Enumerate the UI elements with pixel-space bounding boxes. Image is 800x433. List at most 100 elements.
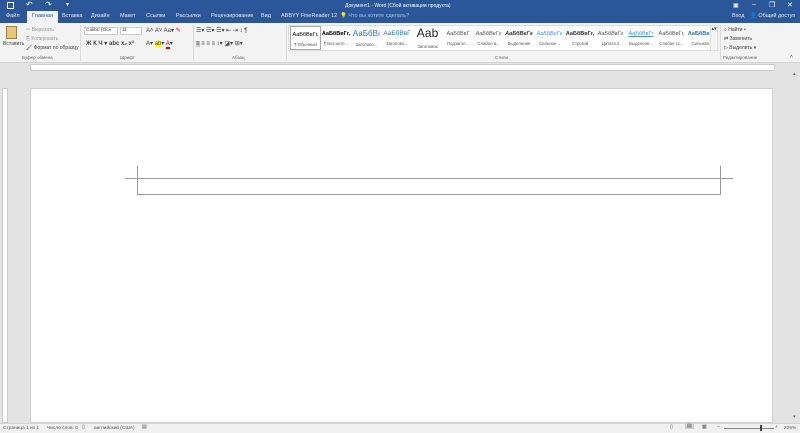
- zoom-level[interactable]: 225%: [784, 426, 796, 431]
- style-preview: АаБбВеГг: [475, 31, 502, 37]
- tell-me-input[interactable]: 💡 Что вы хотите сделать?: [340, 13, 409, 19]
- cut-label: Вырезать: [31, 27, 54, 33]
- style-preview: АаБбВвГг: [597, 31, 624, 37]
- maximize-icon[interactable]: ❐: [769, 1, 775, 9]
- font-group-label: Шрифт: [120, 55, 135, 60]
- web-layout-icon[interactable]: ▦: [702, 425, 707, 430]
- cut-button[interactable]: ✂ Вырезать: [26, 27, 54, 33]
- paste-icon[interactable]: [6, 26, 17, 39]
- horizontal-ruler[interactable]: [10, 63, 775, 72]
- tab-view[interactable]: Вид: [261, 13, 271, 19]
- collapse-ribbon-icon[interactable]: ˄: [790, 54, 793, 60]
- style-preview: АаБбВвГ: [383, 30, 411, 37]
- style-item[interactable]: АаБбВеГг Выделение: [504, 26, 535, 50]
- format-painter-button[interactable]: 🖌 Формат по образцу: [26, 45, 79, 51]
- style-preview: АаБбВвГг,: [565, 31, 595, 37]
- replace-label: Заменить: [729, 36, 753, 42]
- style-name: Цитата 2: [601, 41, 620, 46]
- tab-layout[interactable]: Макет: [120, 13, 136, 19]
- style-preview: АаБбВı: [352, 29, 381, 38]
- style-item[interactable]: АаБбВвГг Выделенн...: [626, 26, 657, 50]
- style-item[interactable]: АаБбВеГг Слабое в...: [473, 26, 504, 50]
- font-size-select[interactable]: 11: [120, 27, 142, 35]
- style-item[interactable]: АаБбВвГ Заголово...: [382, 26, 413, 50]
- style-item[interactable]: АаБбВвГг, Слабая сс...: [656, 26, 687, 50]
- replace-button[interactable]: ⇄ Заменить: [724, 36, 752, 42]
- style-name: Сильное...: [539, 41, 560, 46]
- find-button[interactable]: ⌕ Найти ▾: [724, 27, 746, 33]
- style-item[interactable]: АаБбВвГг, ¶ Без инте...: [321, 26, 352, 50]
- header-margin-box: [137, 166, 721, 195]
- copy-button[interactable]: ⎘ Копировать: [26, 36, 58, 42]
- word-count[interactable]: Число слов: 0: [47, 426, 78, 431]
- paste-button[interactable]: Вставить: [3, 41, 24, 47]
- tab-file[interactable]: Файл: [6, 13, 20, 19]
- sign-in-link[interactable]: Вход: [732, 13, 744, 19]
- select-label: Выделить: [729, 45, 753, 51]
- align-buttons[interactable]: ≡ ≡ ≡ ≡ ↕▾ ◪▾ ⊞▾: [196, 40, 243, 47]
- tab-review[interactable]: Рецензирование: [211, 13, 253, 19]
- grow-font-icon[interactable]: A˄ A˅ Aa▾ ✎: [146, 27, 181, 34]
- zoom-out-button[interactable]: −: [717, 425, 720, 430]
- macro-icon[interactable]: ▤: [142, 425, 147, 430]
- tab-home[interactable]: Главная: [27, 11, 58, 23]
- style-name: ¶ Обычный: [294, 42, 317, 47]
- ribbon-display-icon[interactable]: ▣: [733, 2, 739, 9]
- undo-icon[interactable]: ↶: [26, 0, 33, 9]
- scroll-up-icon[interactable]: ▴: [793, 71, 796, 77]
- style-item[interactable]: АаБбВı Заголово...: [351, 26, 382, 50]
- share-button[interactable]: 👤 Общий доступ: [750, 13, 795, 19]
- print-layout-icon[interactable]: ▤: [685, 424, 694, 429]
- tab-mailings[interactable]: Рассылки: [176, 13, 201, 19]
- vertical-ruler[interactable]: [0, 72, 10, 423]
- document-page[interactable]: [30, 88, 773, 423]
- select-button[interactable]: ▷ Выделить ▾: [724, 45, 756, 51]
- font-format-buttons[interactable]: Ж К Ч ▾ abc x₂ x²: [86, 40, 134, 47]
- tell-me-placeholder: Что вы хотите сделать?: [348, 13, 410, 19]
- style-item[interactable]: АаБбВвГг Цитата 2: [595, 26, 626, 50]
- style-item[interactable]: АаБбВвГг, ¶ Обычный: [290, 26, 321, 50]
- style-name: Заголово...: [355, 42, 378, 47]
- customize-qat-icon[interactable]: ▾: [66, 1, 69, 8]
- style-name: Заголовок: [417, 44, 438, 49]
- font-name-select[interactable]: Calibri (Осн: [84, 27, 118, 35]
- close-icon[interactable]: ✕: [787, 1, 793, 9]
- styles-scroll[interactable]: ▴▾: [710, 26, 717, 50]
- scroll-down-icon[interactable]: ▾: [793, 414, 796, 420]
- zoom-in-button[interactable]: +: [775, 425, 778, 430]
- list-buttons[interactable]: ☰▾ ☰▾ ☰▾ ⇤ ⇥ ↕ ¶: [196, 27, 247, 34]
- redo-icon[interactable]: ↷: [45, 0, 52, 9]
- tab-references[interactable]: Ссылки: [146, 13, 165, 19]
- styles-gallery: АаБбВвГг, ¶ Обычный АаБбВвГг, ¶ Без инте...…: [288, 25, 718, 51]
- proofing-icon[interactable]: ▯: [82, 425, 85, 430]
- text-effects-icon[interactable]: A▾ ab▾ A▾: [146, 40, 173, 49]
- style-name: Слабое в...: [477, 41, 500, 46]
- language[interactable]: английский (США): [94, 426, 135, 431]
- style-name: Заголово...: [386, 41, 408, 46]
- tab-design[interactable]: Дизайн: [91, 13, 110, 19]
- tab-insert[interactable]: Вставка: [62, 13, 82, 19]
- style-item[interactable]: АаБбВвГг, Строгий: [565, 26, 596, 50]
- style-name: Выделенн...: [629, 41, 653, 46]
- tab-abbyy[interactable]: ABBYY FineReader 12: [281, 13, 337, 19]
- style-preview: Ааb: [416, 26, 439, 40]
- style-preview: АаБбВвГ: [446, 31, 470, 37]
- read-mode-icon[interactable]: ▯: [670, 425, 673, 430]
- format-painter-label: Формат по образцу: [33, 45, 79, 51]
- save-icon[interactable]: [7, 2, 14, 9]
- paragraph-group-label: Абзац: [232, 55, 245, 60]
- style-preview: АаБбВвГг,: [292, 32, 319, 38]
- zoom-slider[interactable]: [724, 428, 774, 429]
- minimize-icon[interactable]: –: [752, 1, 756, 8]
- find-label: Найти: [728, 27, 743, 33]
- vertical-scrollbar[interactable]: ▴ ▾: [775, 71, 800, 423]
- style-item[interactable]: Ааb Заголовок: [412, 26, 443, 50]
- style-name: Слабая сс...: [659, 41, 684, 46]
- copy-label: Копировать: [31, 36, 59, 42]
- window-title: Документ1 - Word (Сбой активации продукт…: [345, 3, 451, 9]
- style-item[interactable]: АаБбВвГ Подзагол...: [443, 26, 474, 50]
- style-name: Выделение: [507, 41, 531, 46]
- page-count[interactable]: Страница 1 из 1: [3, 426, 39, 431]
- zoom-slider-thumb[interactable]: [760, 425, 762, 431]
- style-item[interactable]: АаБбВеГг Сильное...: [534, 26, 565, 50]
